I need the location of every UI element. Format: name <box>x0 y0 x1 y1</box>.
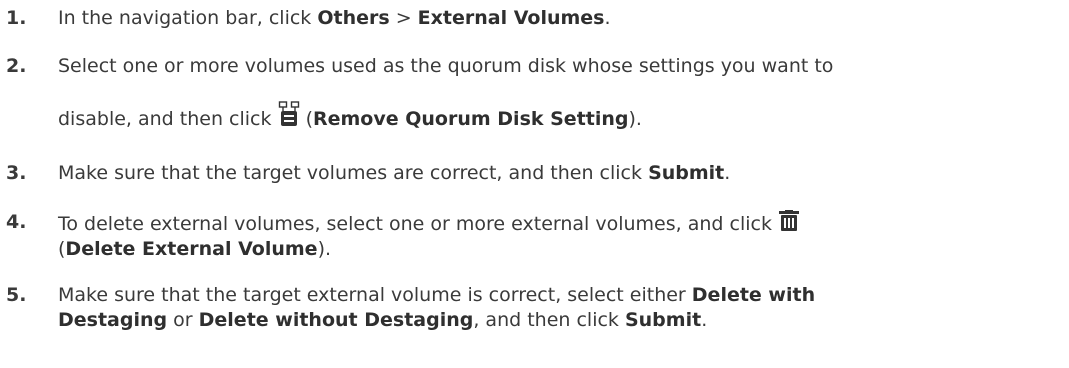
delete-external-volume-label: Delete External Volume <box>65 238 318 260</box>
step-number: 2. <box>6 55 27 77</box>
step-text: Select one or more volumes used as the q… <box>58 54 1061 132</box>
step-2-line-2: disable, and then click (Remove Quorum D… <box>58 101 1061 132</box>
menu-others: Others <box>317 7 390 29</box>
delete-with-label: Delete with <box>691 284 816 306</box>
remove-quorum-disk-setting-label: Remove Quorum Disk Setting <box>312 108 629 130</box>
step-number: 1. <box>6 7 27 29</box>
destaging-label: Destaging <box>58 309 168 331</box>
step-1-separator: > <box>389 7 418 29</box>
step-2-line-1: Select one or more volumes used as the q… <box>58 55 834 77</box>
submit-label: Submit <box>624 309 702 331</box>
trash-icon <box>778 210 800 232</box>
step-4-line-1: To delete external volumes, select one o… <box>58 210 1061 237</box>
step-5-line-2: Destaging or Delete without Destaging, a… <box>58 309 708 331</box>
step-5-line-1: Make sure that the target external volum… <box>58 284 816 306</box>
step-text: Make sure that the target volumes are co… <box>58 162 731 184</box>
step-text: In the navigation bar, click Others > Ex… <box>58 7 611 29</box>
step-4-line-2: (Delete External Volume). <box>58 238 332 260</box>
step-1-text: In the navigation bar, click <box>58 7 318 29</box>
step-number: 5. <box>6 284 27 306</box>
submit-label: Submit <box>648 162 725 184</box>
step-number: 3. <box>6 162 27 184</box>
step-text: Make sure that the target external volum… <box>58 283 1061 333</box>
remove-quorum-disk-icon <box>278 101 300 127</box>
step-number: 4. <box>6 211 27 233</box>
step-text: To delete external volumes, select one o… <box>58 210 1061 262</box>
menu-external-volumes: External Volumes <box>417 7 605 29</box>
delete-without-destaging-label: Delete without Destaging <box>198 309 474 331</box>
